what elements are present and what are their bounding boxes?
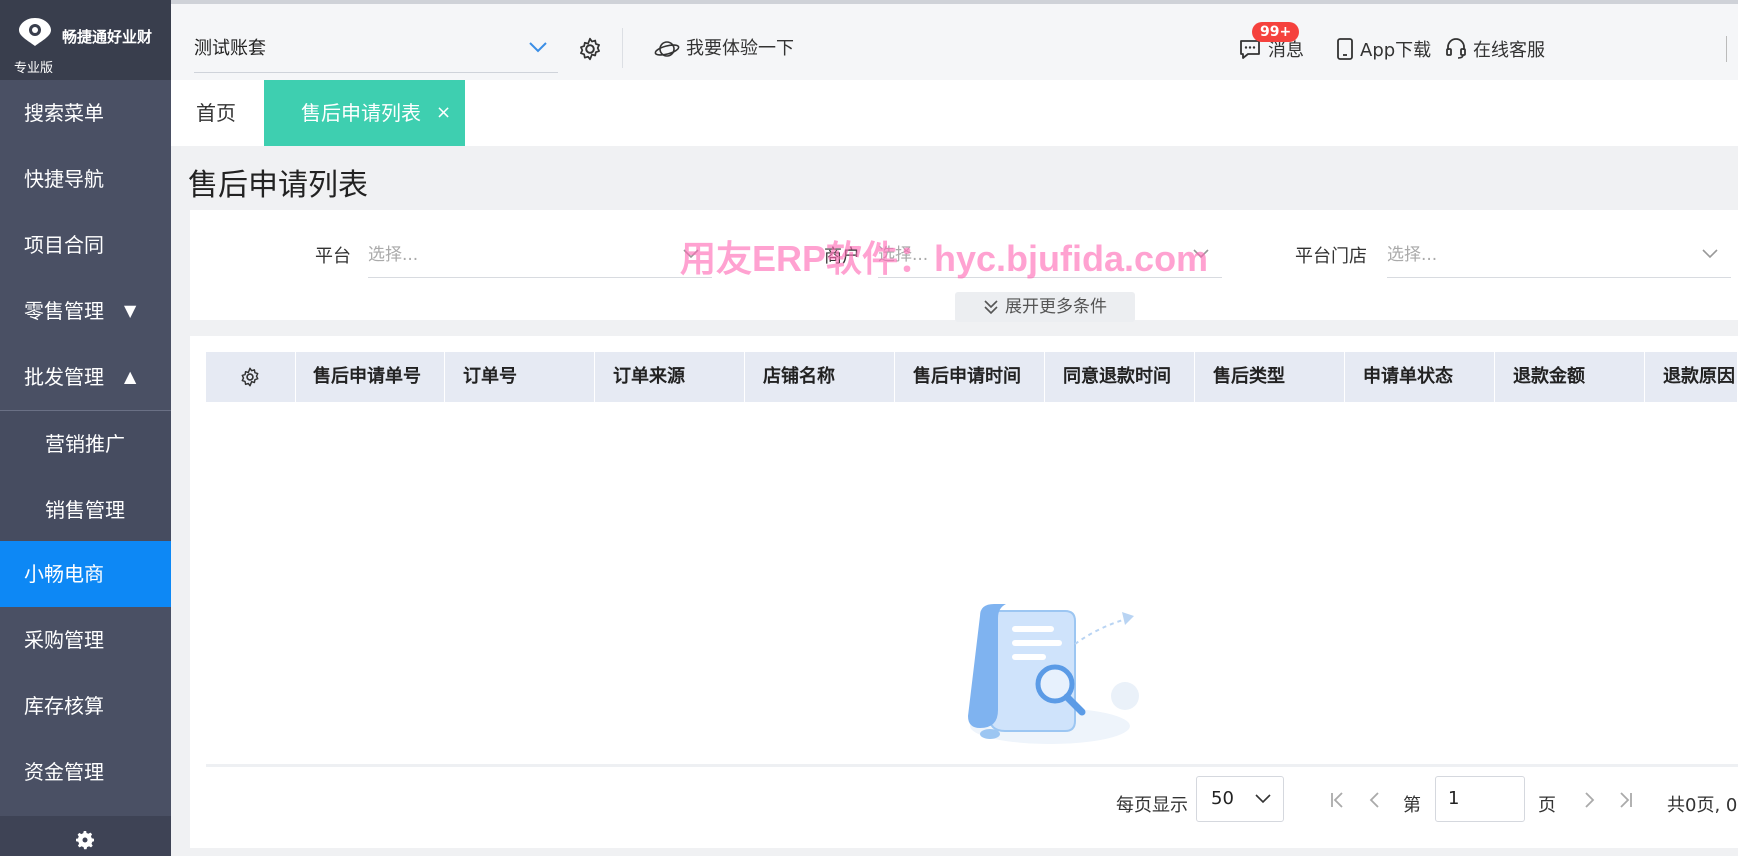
logo-area: 畅捷通好业财 专业版 <box>0 0 171 80</box>
chevron-down-icon <box>529 42 547 53</box>
tab-label: 售后申请列表 <box>301 101 421 125</box>
menu-inventory[interactable]: 库存核算 <box>0 673 171 739</box>
platform-label: 平台 <box>315 246 351 267</box>
menu-label: 营销推广 <box>45 432 125 456</box>
platform-placeholder: 选择... <box>368 245 419 265</box>
app-download-link[interactable]: App下载 <box>1336 36 1431 62</box>
double-chevron-down-icon <box>984 300 998 315</box>
edition-label: 专业版 <box>14 61 54 76</box>
page-title: 售后申请列表 <box>188 168 368 203</box>
empty-state-illustration <box>968 604 1139 744</box>
store-select[interactable]: 选择... <box>1387 232 1731 278</box>
tab-home[interactable]: 首页 <box>196 80 236 146</box>
phone-icon <box>1337 38 1353 60</box>
expand-label: 展开更多条件 <box>1005 297 1107 317</box>
table-panel: 售后申请单号 订单号 订单来源 店铺名称 售后申请时间 同意退款时间 售后类型 … <box>190 336 1738 848</box>
column-header[interactable]: 退款金额 <box>1495 352 1645 402</box>
tab-bar: 首页 售后申请列表 × <box>171 80 1738 146</box>
column-header[interactable]: 售后申请时间 <box>895 352 1045 402</box>
last-page-icon[interactable] <box>1616 790 1636 810</box>
online-service-label: 在线客服 <box>1473 40 1545 61</box>
page-number-value: 1 <box>1448 788 1460 809</box>
menu-marketing[interactable]: 营销推广 <box>0 411 171 477</box>
menu-label: 采购管理 <box>24 628 104 652</box>
page-size-value: 50 <box>1211 788 1234 809</box>
menu-wholesale[interactable]: 批发管理 ▲ <box>0 344 171 410</box>
column-header[interactable]: 申请单状态 <box>1345 352 1495 402</box>
gear-icon[interactable] <box>577 36 603 62</box>
column-header[interactable]: 订单来源 <box>595 352 745 402</box>
column-header[interactable]: 店铺名称 <box>745 352 895 402</box>
menu-purchase[interactable]: 采购管理 <box>0 607 171 673</box>
first-page-icon[interactable] <box>1327 790 1347 810</box>
column-header[interactable]: 订单号 <box>445 352 595 402</box>
menu-label: 小畅电商 <box>24 562 104 586</box>
menu-retail[interactable]: 零售管理 ▼ <box>0 278 171 344</box>
column-header[interactable]: 售后申请单号 <box>295 352 445 402</box>
store-label: 平台门店 <box>1295 246 1367 267</box>
platform-select[interactable]: 选择... <box>368 232 712 278</box>
chevron-down-icon <box>1255 794 1271 804</box>
menu-label: 搜索菜单 <box>24 101 104 125</box>
menu-label: 批发管理 <box>24 365 104 389</box>
online-service-link[interactable]: 在线客服 <box>1445 36 1545 62</box>
trial-label: 我要体验一下 <box>686 38 794 59</box>
watermark: 用友ERP软件：hyc.bjufida.com <box>680 238 1209 279</box>
headset-icon <box>1446 38 1466 59</box>
app-name: 畅捷通好业财 <box>62 28 153 46</box>
menu-funds[interactable]: 资金管理 <box>0 739 171 805</box>
account-select[interactable]: 测试账套 <box>194 26 558 73</box>
app-download-label: App下载 <box>1360 40 1432 61</box>
separator <box>622 28 623 68</box>
menu-label: 资金管理 <box>24 760 104 784</box>
menu-quick-nav[interactable]: 快捷导航 <box>0 146 171 212</box>
top-bar: 测试账套 我要体验一下 消息 99+ App下载 在线客服 <box>171 0 1738 80</box>
table-header: 售后申请单号 订单号 订单来源 店铺名称 售后申请时间 同意退款时间 售后类型 … <box>206 352 1738 402</box>
menu-label: 零售管理 <box>24 299 104 323</box>
caret-up-icon: ▲ <box>124 367 137 386</box>
messages-badge: 99+ <box>1252 22 1300 42</box>
next-page-icon[interactable] <box>1579 790 1599 810</box>
per-page-label: 每页显示 <box>1116 795 1188 816</box>
page-number-input[interactable]: 1 <box>1435 776 1525 822</box>
menu-label: 项目合同 <box>24 233 104 257</box>
caret-down-icon: ▼ <box>124 301 137 320</box>
tab-label: 首页 <box>196 101 236 125</box>
menu-label: 销售管理 <box>45 498 125 522</box>
column-header[interactable]: 退款原因 <box>1645 352 1738 402</box>
menu-label: 快捷导航 <box>24 167 104 191</box>
sidebar: 畅捷通好业财 专业版 搜索菜单 快捷导航 项目合同 零售管理 ▼ 批发管理 ▲ … <box>0 0 171 856</box>
chevron-down-icon <box>1702 249 1718 259</box>
menu-project-contract[interactable]: 项目合同 <box>0 212 171 278</box>
pagination-summary: 共0页, 0条 <box>1667 795 1738 816</box>
table-divider <box>206 764 1738 767</box>
trial-link[interactable]: 我要体验一下 <box>654 34 794 60</box>
column-header[interactable]: 售后类型 <box>1195 352 1345 402</box>
expand-more-filters-button[interactable]: 展开更多条件 <box>955 292 1135 322</box>
column-header[interactable]: 同意退款时间 <box>1045 352 1195 402</box>
messages-label: 消息 <box>1268 40 1304 61</box>
page-prefix-label: 第 <box>1403 795 1421 816</box>
separator <box>1726 36 1727 62</box>
close-icon[interactable]: × <box>436 80 451 146</box>
store-placeholder: 选择... <box>1387 245 1438 265</box>
menu-ecommerce[interactable]: 小畅电商 <box>0 541 171 607</box>
page-size-select[interactable]: 50 <box>1196 776 1284 822</box>
planet-icon <box>654 41 680 57</box>
column-settings-button[interactable] <box>206 352 296 402</box>
gear-icon <box>241 367 259 387</box>
sidebar-footer <box>0 816 171 856</box>
menu-sales[interactable]: 销售管理 <box>0 477 171 543</box>
page-suffix-label: 页 <box>1538 795 1556 816</box>
logo-icon <box>19 18 51 46</box>
menu-label: 库存核算 <box>24 694 104 718</box>
tab-after-sales-list[interactable]: 售后申请列表 × <box>264 80 465 146</box>
prev-page-icon[interactable] <box>1365 790 1385 810</box>
menu-search[interactable]: 搜索菜单 <box>0 80 171 146</box>
settings-gear-icon[interactable] <box>73 828 97 852</box>
account-value: 测试账套 <box>194 38 266 59</box>
